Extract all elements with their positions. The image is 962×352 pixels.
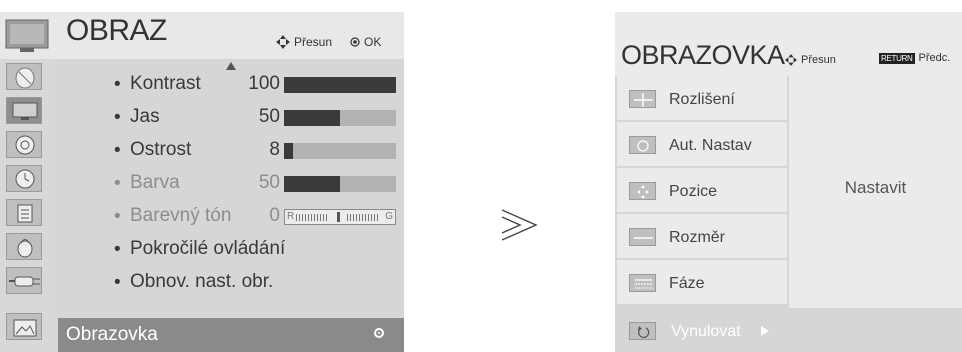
bullet-icon: • — [114, 206, 121, 227]
tint-ticks-left — [296, 214, 328, 221]
screen-menu-header: OBRAZOVKA Přesun RETURN Předc. — [615, 12, 962, 76]
move-arrows-icon — [276, 35, 290, 49]
contrast-label: Kontrast — [130, 73, 201, 94]
brightness-slider-fill — [284, 110, 340, 126]
photo-icon[interactable] — [6, 313, 42, 340]
padlock-icon[interactable] — [6, 233, 42, 260]
tint-ticks-right — [347, 214, 379, 221]
contrast-row[interactable]: • Kontrast 100 — [112, 68, 402, 101]
value-panel[interactable]: Nastavit — [789, 76, 962, 308]
sharpness-slider[interactable] — [284, 143, 396, 159]
bullet-icon: • — [114, 272, 121, 293]
clock-icon[interactable] — [6, 165, 42, 192]
ok-button-icon — [350, 37, 360, 47]
auto-config-icon — [629, 136, 656, 154]
connector-icon[interactable] — [6, 267, 42, 294]
brightness-slider[interactable] — [284, 110, 396, 126]
brightness-row[interactable]: • Jas 50 — [112, 101, 402, 134]
resolution-item[interactable]: Rozlišení — [617, 76, 787, 120]
screen-menu: OBRAZOVKA Přesun RETURN Předc. Rozlišení… — [615, 12, 962, 352]
tint-marker — [337, 212, 340, 222]
reset-item[interactable]: Vynulovat — [615, 308, 962, 352]
phase-item[interactable]: Fáze — [617, 260, 787, 304]
contrast-value: 100 — [248, 73, 280, 94]
move-hint-label: Přesun — [801, 54, 836, 66]
auto-config-item[interactable]: Aut. Nastav — [617, 122, 787, 166]
tint-value: 0 — [269, 205, 280, 226]
move-hint: Přesun — [785, 54, 836, 66]
crosshair-icon — [629, 90, 656, 108]
ok-button-icon — [374, 328, 384, 338]
bullet-icon: • — [114, 239, 121, 260]
tint-red-label: R — [287, 211, 295, 222]
picture-reset-label: Obnov. nast. obr. — [130, 271, 274, 292]
position-arrows-icon — [629, 182, 656, 200]
brightness-label: Jas — [130, 106, 160, 127]
sharpness-value: 8 — [269, 139, 280, 160]
brightness-value: 50 — [258, 106, 280, 127]
double-chevron-right-icon — [501, 209, 538, 241]
return-key-icon: RETURN — [879, 52, 915, 64]
screen-menu-item[interactable]: Obrazovka — [58, 318, 404, 352]
bullet-icon: • — [114, 74, 121, 95]
picture-settings-list: • Kontrast 100 • Jas 50 • Ostrost 8 • Ba… — [58, 59, 404, 317]
return-hint-label: Předc. — [918, 52, 951, 64]
picture-menu: OBRAZ Přesun OK • Kontrast 100 • Jas 50 … — [0, 12, 404, 352]
lock-icon[interactable] — [6, 199, 42, 226]
move-arrows-icon — [785, 54, 797, 66]
tint-slider: R G — [284, 209, 396, 225]
color-slider-fill — [284, 176, 340, 192]
tv-icon — [5, 19, 49, 52]
color-slider — [284, 176, 396, 192]
picture-reset-row[interactable]: • Obnov. nast. obr. — [112, 266, 402, 299]
reset-label: Vynulovat — [671, 323, 741, 340]
phase-label: Fáze — [669, 275, 705, 292]
audio-icon[interactable] — [6, 131, 42, 158]
color-value: 50 — [258, 172, 280, 193]
color-label: Barva — [130, 172, 180, 193]
bullet-icon: • — [114, 140, 121, 161]
play-right-icon — [761, 326, 769, 336]
position-label: Pozice — [669, 183, 718, 200]
ok-hint-label: OK — [364, 35, 382, 49]
screen-menu-title: OBRAZOVKA — [621, 40, 785, 70]
sharpness-row[interactable]: • Ostrost 8 — [112, 134, 402, 167]
size-icon — [629, 228, 656, 246]
size-item[interactable]: Rozměr — [617, 214, 787, 258]
adjust-label: Nastavit — [844, 178, 907, 197]
move-hint-label: Přesun — [294, 35, 333, 49]
contrast-slider-fill — [284, 77, 396, 93]
color-row: • Barva 50 — [112, 167, 402, 200]
picture-icon[interactable] — [6, 97, 42, 124]
tint-row: • Barevný tón 0 R G — [112, 200, 402, 233]
position-item[interactable]: Pozice — [617, 168, 787, 212]
advanced-control-label: Pokročilé ovládání — [130, 238, 286, 259]
bullet-icon: • — [114, 173, 121, 194]
screen-menu-label: Obrazovka — [66, 324, 158, 345]
sharpness-slider-fill — [284, 143, 293, 159]
reset-icon — [629, 322, 656, 340]
phase-icon — [629, 274, 656, 292]
tint-green-label: G — [385, 211, 393, 222]
category-sidebar — [0, 59, 56, 352]
resolution-label: Rozlišení — [669, 91, 735, 108]
picture-menu-header: OBRAZ Přesun OK — [0, 12, 404, 59]
sharpness-label: Ostrost — [130, 139, 192, 160]
advanced-control-row[interactable]: • Pokročilé ovládání — [112, 233, 402, 266]
tint-label: Barevný tón — [130, 205, 232, 226]
auto-config-label: Aut. Nastav — [669, 137, 752, 154]
ok-hint: OK — [350, 35, 381, 49]
satellite-dish-icon[interactable] — [6, 63, 42, 90]
size-label: Rozměr — [669, 229, 726, 246]
contrast-slider[interactable] — [284, 77, 396, 93]
return-hint: RETURN Předc. — [879, 52, 950, 64]
move-hint: Přesun — [276, 35, 332, 49]
picture-menu-title: OBRAZ — [66, 14, 167, 47]
bullet-icon: • — [114, 107, 121, 128]
